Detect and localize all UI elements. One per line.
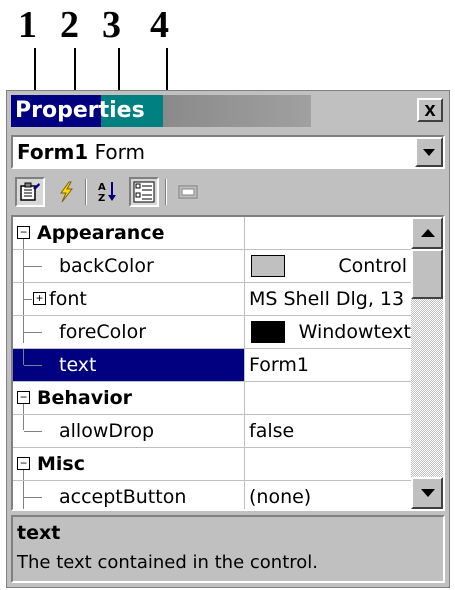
window-title: Properties [15, 98, 145, 123]
color-swatch [251, 255, 285, 277]
svg-text:A: A [98, 182, 106, 193]
property-name-cell: foreColor [13, 316, 245, 348]
properties-page-icon [20, 182, 40, 201]
property-row-text[interactable]: text Form1 [13, 349, 411, 382]
properties-window: Properties x Form1 Form A Z − Appearance… [6, 90, 450, 588]
object-type: Form [94, 140, 145, 164]
description-title: text [17, 522, 61, 544]
tree-branch [24, 365, 42, 366]
category-value-cell [245, 217, 411, 249]
property-value-cell[interactable]: (none) [245, 481, 411, 509]
events-lightning-icon [60, 181, 74, 203]
category-appearance[interactable]: − Appearance [13, 217, 411, 250]
property-value-cell[interactable]: Control [245, 250, 411, 282]
property-name: backColor [59, 255, 154, 277]
collapse-icon[interactable]: − [17, 226, 30, 239]
category-name-cell: − Behavior [13, 382, 245, 414]
property-name-cell: text [13, 349, 245, 381]
property-value-cell[interactable]: false [245, 415, 411, 447]
property-value: Form1 [249, 354, 309, 376]
property-value: Control [338, 255, 407, 277]
callout-3: 3 [102, 4, 121, 46]
property-name-cell: allowDrop [13, 415, 245, 447]
property-name-cell: + font [13, 283, 245, 315]
tree-line [23, 349, 24, 365]
toolbar-separator [165, 179, 167, 205]
properties-toolbar: A Z [11, 175, 445, 211]
property-name: acceptButton [59, 486, 187, 508]
category-label: Misc [37, 453, 85, 475]
property-name-cell: acceptButton [13, 481, 245, 509]
property-pages-button[interactable] [173, 177, 203, 207]
sort-alphabetical-icon: A Z [98, 182, 116, 204]
callout-1: 1 [18, 4, 37, 46]
property-name: foreColor [59, 321, 147, 343]
category-name-cell: − Appearance [13, 217, 245, 249]
property-row-allowdrop[interactable]: allowDrop false [13, 415, 411, 448]
callout-annotations: 1 2 3 4 [0, 0, 455, 233]
property-value-cell[interactable]: Form1 [245, 349, 411, 381]
categorized-button[interactable] [129, 177, 159, 207]
svg-text:Z: Z [98, 193, 105, 204]
events-button[interactable] [51, 177, 81, 207]
callout-4: 4 [150, 4, 169, 46]
close-button[interactable]: x [417, 98, 443, 122]
vertical-scrollbar[interactable] [411, 217, 443, 509]
category-label: Appearance [37, 222, 165, 244]
collapse-icon[interactable]: − [17, 457, 30, 470]
chevron-down-icon[interactable] [415, 137, 443, 167]
object-selector[interactable]: Form1 Form [11, 135, 445, 169]
category-label: Behavior [37, 387, 133, 409]
property-value: Windowtext [298, 321, 411, 343]
property-row-font[interactable]: + font MS Shell Dlg, 13 [13, 283, 411, 316]
object-name: Form1 [17, 140, 89, 164]
property-value-cell[interactable]: Windowtext [245, 316, 411, 348]
description-pane: text The text contained in the control. [11, 515, 445, 583]
property-grid: − Appearance backColor Control + font MS [11, 215, 445, 511]
property-name-cell: backColor [13, 250, 245, 282]
scroll-up-icon[interactable] [411, 217, 443, 249]
property-pages-icon [178, 185, 198, 199]
property-name: text [59, 354, 97, 376]
category-misc[interactable]: − Misc [13, 448, 411, 481]
property-value: false [249, 420, 295, 442]
alphabetical-button[interactable]: A Z [93, 177, 123, 207]
property-value-cell[interactable]: MS Shell Dlg, 13 [245, 283, 411, 315]
property-name: font [49, 288, 87, 310]
tree-branch [24, 497, 42, 498]
tree-branch [24, 266, 42, 267]
description-text: The text contained in the control. [17, 552, 318, 573]
color-swatch [251, 321, 285, 343]
category-behavior[interactable]: − Behavior [13, 382, 411, 415]
tree-branch [24, 431, 42, 432]
scroll-down-icon[interactable] [411, 477, 443, 509]
scrollbar-thumb[interactable] [411, 249, 443, 299]
property-name: allowDrop [59, 420, 155, 442]
object-selector-value: Form1 Form [17, 137, 145, 167]
title-bar[interactable]: Properties x [11, 95, 445, 127]
categorized-view-icon [133, 181, 155, 203]
category-value-cell [245, 448, 411, 480]
category-name-cell: − Misc [13, 448, 245, 480]
tree-branch [24, 299, 32, 300]
property-row-backcolor[interactable]: backColor Control [13, 250, 411, 283]
properties-button[interactable] [15, 177, 45, 207]
callout-2: 2 [60, 4, 79, 46]
expand-icon[interactable]: + [33, 292, 46, 305]
toolbar-separator [85, 179, 87, 205]
category-value-cell [245, 382, 411, 414]
property-row-acceptbutton[interactable]: acceptButton (none) [13, 481, 411, 509]
tree-branch [24, 332, 42, 333]
property-row-forecolor[interactable]: foreColor Windowtext [13, 316, 411, 349]
collapse-icon[interactable]: − [17, 391, 30, 404]
property-value: (none) [249, 486, 312, 508]
property-value: MS Shell Dlg, 13 [249, 288, 405, 310]
